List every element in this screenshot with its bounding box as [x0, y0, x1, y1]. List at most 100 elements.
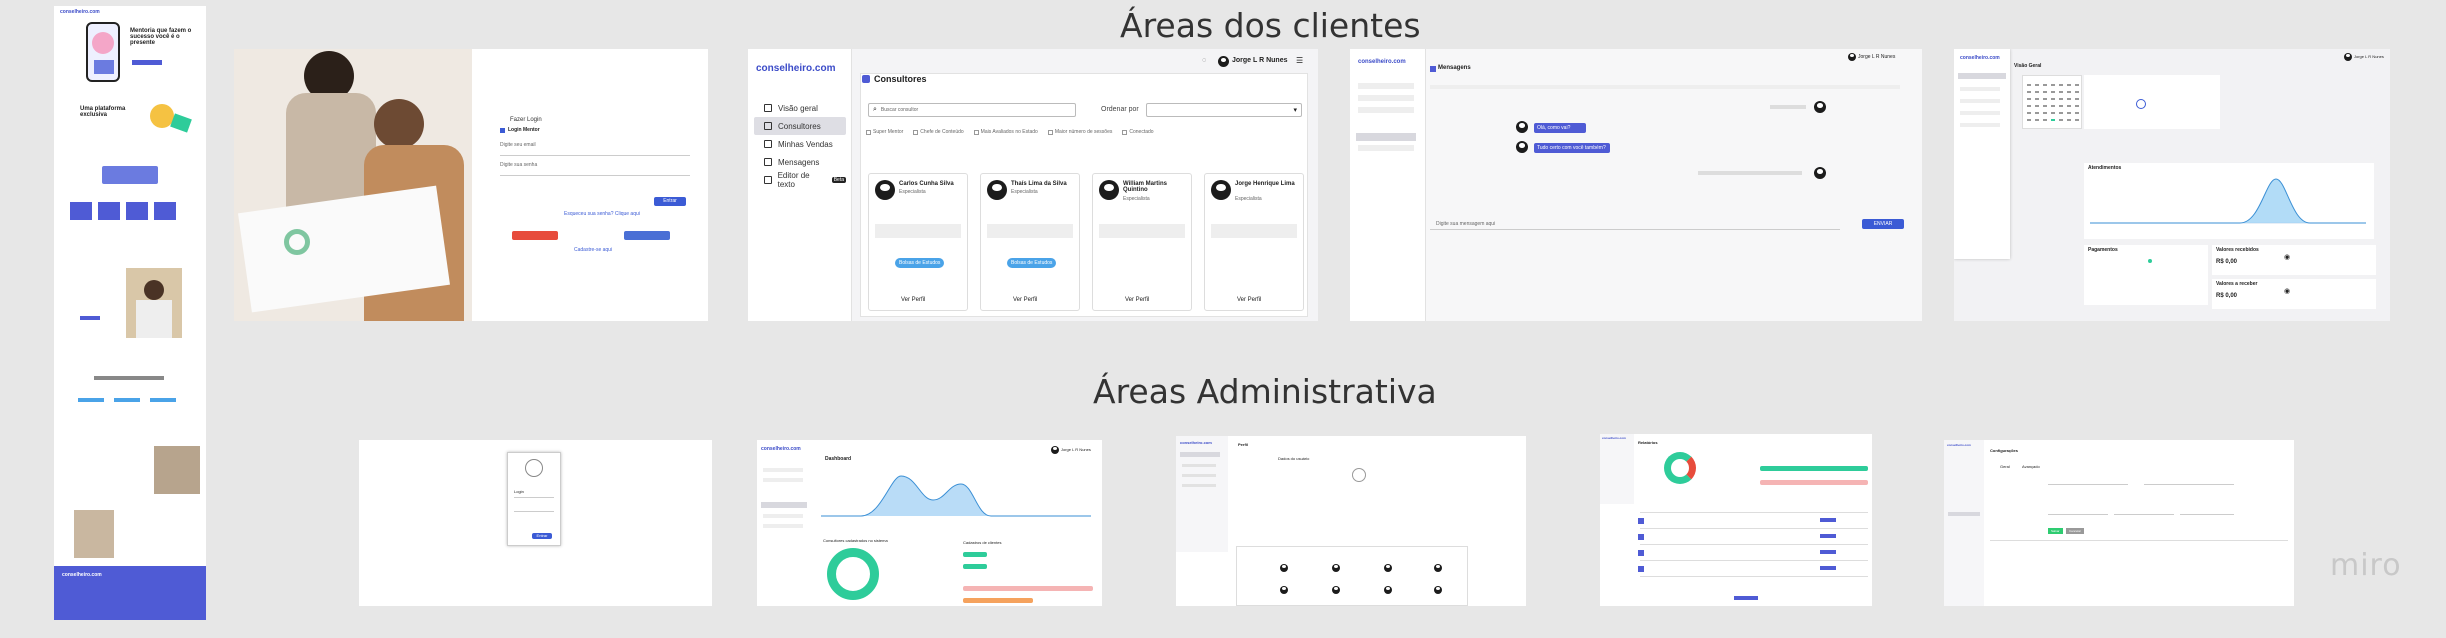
order-select[interactable]: ▾: [1146, 103, 1302, 117]
calendar-day[interactable]: [2075, 119, 2079, 121]
calendar-day[interactable]: [2075, 105, 2079, 107]
calendar-day[interactable]: [2035, 112, 2039, 114]
feature-banner: [102, 166, 158, 184]
calendar-day[interactable]: [2051, 91, 2055, 93]
calendar-day[interactable]: [2067, 119, 2071, 121]
calendar-day[interactable]: [2059, 112, 2063, 114]
mentor-login-checkbox[interactable]: Login Mentor: [500, 127, 540, 134]
search-input[interactable]: ⌕ Buscar consultor: [868, 103, 1076, 117]
admin-password-field[interactable]: [514, 511, 554, 512]
view-profile-link[interactable]: Ver Perfil: [1013, 297, 1037, 303]
avatar[interactable]: [1218, 56, 1229, 67]
calendar-day[interactable]: [2067, 112, 2071, 114]
load-more-button[interactable]: [1734, 596, 1758, 600]
admin-enter-button[interactable]: Entrar: [532, 533, 552, 539]
menu-icon[interactable]: ☰: [1296, 56, 1303, 65]
sidebar: conselheiro.com: [1350, 49, 1426, 321]
calendar-day[interactable]: [2051, 119, 2055, 121]
tab-advanced[interactable]: Avançado: [2022, 464, 2040, 469]
calendar-day[interactable]: [2051, 84, 2055, 86]
calendar-day[interactable]: [2059, 119, 2063, 121]
calendar-day[interactable]: [2027, 98, 2031, 100]
avatar[interactable]: [1848, 53, 1856, 61]
filter-checkbox[interactable]: Maior número de sessões: [1047, 129, 1112, 136]
line-chart: [821, 475, 1091, 517]
facebook-login-button[interactable]: [624, 231, 670, 240]
sidebar-item-sales[interactable]: Minhas Vendas: [754, 135, 846, 153]
calendar-day[interactable]: [2059, 84, 2063, 86]
avatar[interactable]: [1051, 446, 1059, 454]
landing-hero-title: Mentoria que fazem o sucesso você é o pr…: [130, 28, 192, 46]
avatar: [1516, 141, 1528, 153]
sidebar-item-consultants[interactable]: Consultores: [754, 117, 846, 135]
filter-checkbox[interactable]: Super Mentor: [866, 129, 903, 136]
forgot-password-link[interactable]: Esqueceu sua senha? Clique aqui: [564, 211, 640, 218]
calendar-day[interactable]: [2043, 98, 2047, 100]
save-button[interactable]: Salvar: [2048, 528, 2063, 534]
calendar-day[interactable]: [2051, 105, 2055, 107]
chat-tabs[interactable]: [1430, 85, 1900, 89]
view-profile-link[interactable]: Ver Perfil: [901, 297, 925, 303]
bell-icon[interactable]: ◌: [1202, 57, 1206, 64]
tab-general[interactable]: Geral: [2000, 464, 2010, 469]
calendar-day[interactable]: [2027, 119, 2031, 121]
calendar-day[interactable]: [2051, 112, 2055, 114]
calendar-day[interactable]: [2043, 84, 2047, 86]
calendar-day[interactable]: [2067, 98, 2071, 100]
user-name: Jorge L R Nunes: [1858, 54, 1896, 60]
calendar-day[interactable]: [2075, 84, 2079, 86]
enter-button[interactable]: Entrar: [654, 197, 686, 206]
calendar-day[interactable]: [2075, 98, 2079, 100]
sidebar-item-overview[interactable]: Visão geral: [754, 99, 846, 117]
calendar-day[interactable]: [2059, 98, 2063, 100]
calendar-day[interactable]: [2043, 91, 2047, 93]
cancel-button[interactable]: Cancelar: [2066, 528, 2085, 534]
message-input[interactable]: Digite sua mensagem aqui: [1436, 221, 1495, 228]
calendar-day[interactable]: [2043, 119, 2047, 121]
google-login-button[interactable]: [512, 231, 558, 240]
report-row-icon: [1638, 534, 1644, 540]
calendar-day[interactable]: [2027, 91, 2031, 93]
calendar-day[interactable]: [2027, 112, 2031, 114]
calendar-day[interactable]: [2035, 98, 2039, 100]
admin-user-field[interactable]: [514, 497, 554, 498]
consultant-card[interactable]: Thaís Lima da Silva Especialista Bolsas …: [980, 173, 1080, 311]
calendar-day[interactable]: [2027, 105, 2031, 107]
view-profile-link[interactable]: Ver Perfil: [1237, 297, 1261, 303]
calendar-day[interactable]: [2075, 91, 2079, 93]
filter-checkbox[interactable]: Mais Avaliados no Estado: [973, 129, 1038, 136]
calendar-day[interactable]: [2059, 91, 2063, 93]
consultant-card[interactable]: Jorge Henrique Lima Especialista Ver Per…: [1204, 173, 1304, 311]
sidebar-item-editor[interactable]: Editor de texto Beta: [754, 171, 846, 189]
sidebar: conselheiro.com: [1176, 436, 1228, 552]
calendar-day[interactable]: [2035, 105, 2039, 107]
calendar-day[interactable]: [2059, 105, 2063, 107]
avatar[interactable]: [2344, 53, 2352, 61]
send-button[interactable]: ENVIAR: [1862, 219, 1904, 229]
view-profile-link[interactable]: Ver Perfil: [1125, 297, 1149, 303]
calendar[interactable]: [2022, 75, 2082, 129]
eye-icon[interactable]: ◉: [2284, 287, 2290, 295]
calendar-day[interactable]: [2043, 112, 2047, 114]
sidebar-item-messages[interactable]: [1356, 133, 1416, 141]
calendar-day[interactable]: [2027, 84, 2031, 86]
calendar-day[interactable]: [2067, 91, 2071, 93]
calendar-day[interactable]: [2067, 105, 2071, 107]
sidebar-item-messages[interactable]: Mensagens: [754, 153, 846, 171]
calendar-day[interactable]: [2043, 105, 2047, 107]
calendar-day[interactable]: [2051, 98, 2055, 100]
password-field[interactable]: [500, 175, 690, 176]
eye-icon[interactable]: ◉: [2284, 253, 2290, 261]
calendar-day[interactable]: [2035, 91, 2039, 93]
consultant-card[interactable]: Carlos Cunha Silva Especialista Bolsas d…: [868, 173, 968, 311]
calendar-day[interactable]: [2035, 119, 2039, 121]
calendar-day[interactable]: [2075, 112, 2079, 114]
hero-cta-button[interactable]: [132, 60, 162, 65]
email-field[interactable]: [500, 155, 690, 156]
calendar-day[interactable]: [2067, 84, 2071, 86]
filter-checkbox[interactable]: Conectado: [1122, 129, 1154, 136]
consultant-card[interactable]: William Martins Quintino Especialista Ve…: [1092, 173, 1192, 311]
filter-checkbox[interactable]: Chefe de Conteúdo: [913, 129, 964, 136]
register-link[interactable]: Cadastre-se aqui: [574, 247, 612, 254]
calendar-day[interactable]: [2035, 84, 2039, 86]
